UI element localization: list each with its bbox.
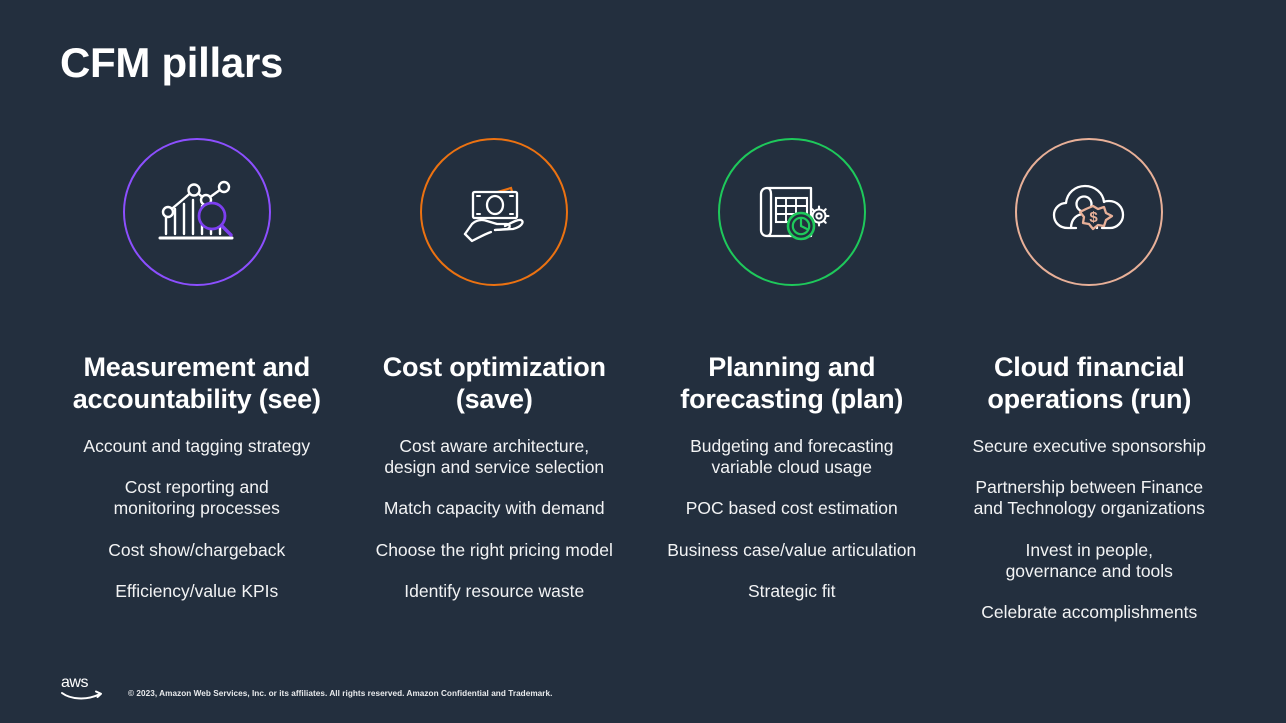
svg-text:$: $ <box>1090 209 1099 226</box>
item-line-1: Identify resource waste <box>404 581 585 602</box>
list-item: Secure executive sponsorship <box>941 436 1237 457</box>
item-line-1: Match capacity with demand <box>383 498 605 519</box>
analytics-magnifier-icon <box>154 176 240 248</box>
item-line-2: and Technology organizations <box>973 498 1205 519</box>
list-item: Match capacity with demand <box>346 498 642 519</box>
list-item: Cost show/chargeback <box>49 540 345 561</box>
item-line-1: Cost show/chargeback <box>108 539 286 560</box>
list-item: Strategic fit <box>644 581 940 602</box>
pillar-heading: Cloud financial operations (run) <box>944 352 1234 416</box>
item-line-1: Secure executive sponsorship <box>972 435 1206 456</box>
item-line-1: Invest in people, <box>1025 539 1153 560</box>
slide-canvas: CFM pillars Measurement and accountabili… <box>0 0 1286 723</box>
page-title: CFM pillars <box>60 39 284 86</box>
list-item: Partnership between Finance and Technolo… <box>941 477 1237 520</box>
list-item: Celebrate accomplishments <box>941 602 1237 623</box>
blueprint-gear-icon-ring <box>717 138 866 286</box>
list-item: Identify resource waste <box>346 581 642 602</box>
pillar-heading: Planning and forecasting (plan) <box>647 352 937 416</box>
heading-line-2: forecasting (plan) <box>680 383 904 414</box>
slide-footer: aws © 2023, Amazon Web Services, Inc. or… <box>60 671 552 701</box>
svg-text:aws: aws <box>61 674 88 691</box>
item-line-1: Cost reporting and <box>124 477 269 498</box>
copyright-text: © 2023, Amazon Web Services, Inc. or its… <box>128 689 553 698</box>
heading-line-2: accountability (see) <box>72 383 321 414</box>
blueprint-gear-icon <box>749 176 835 248</box>
item-line-1: Budgeting and forecasting <box>690 435 894 456</box>
item-line-2: design and service selection <box>384 457 605 478</box>
list-item: POC based cost estimation <box>644 498 940 519</box>
item-line-1: Strategic fit <box>747 581 836 602</box>
heading-line-1: Cost <box>382 352 442 382</box>
item-line-1: POC based cost estimation <box>685 498 898 519</box>
list-item: Account and tagging strategy <box>49 436 345 457</box>
pillars-row: Measurement and accountability (see) Acc… <box>48 138 1238 624</box>
pillar-heading: Measurement and accountability (see) <box>52 352 342 416</box>
cloud-person-dollar-gear-icon-ring: $ <box>1015 138 1164 286</box>
item-line-1: Choose the right pricing model <box>375 539 613 560</box>
item-line-1: Business case/value articulation <box>667 539 917 560</box>
list-item: Invest in people, governance and tools <box>941 540 1237 583</box>
item-line-2: variable cloud usage <box>711 457 873 478</box>
pillar-heading: Cost optimization (save) <box>349 352 639 416</box>
pillar-item-list: Budgeting and forecasting variable cloud… <box>644 436 940 603</box>
heading-line-2: optimization (save) <box>449 352 606 414</box>
hand-holding-money-icon-ring <box>420 138 569 286</box>
list-item: Business case/value articulation <box>644 540 940 561</box>
cloud-person-dollar-gear-icon: $ <box>1046 176 1132 248</box>
item-line-2: monitoring processes <box>113 498 280 519</box>
item-line-2: governance and tools <box>1005 561 1173 582</box>
list-item: Efficiency/value KPIs <box>49 581 345 602</box>
analytics-magnifier-icon-ring <box>122 138 271 286</box>
pillar-cost-optimization: Cost optimization (save) Cost aware arch… <box>346 138 644 602</box>
list-item: Cost reporting and monitoring processes <box>49 477 345 520</box>
pillar-item-list: Account and tagging strategy Cost report… <box>49 436 345 603</box>
pillar-cloud-financial-operations: $ Cloud financial operations (run) Secur… <box>941 138 1239 624</box>
item-line-1: Partnership between Finance <box>975 477 1204 498</box>
heading-line-1: Measurement and <box>83 352 311 382</box>
pillar-item-list: Secure executive sponsorship Partnership… <box>941 436 1237 624</box>
list-item: Choose the right pricing model <box>346 540 642 561</box>
pillar-measurement-and-accountability: Measurement and accountability (see) Acc… <box>48 138 346 602</box>
item-line-1: Celebrate accomplishments <box>981 602 1198 623</box>
item-line-1: Efficiency/value KPIs <box>115 581 279 602</box>
heading-line-2: operations (run) <box>987 383 1192 414</box>
heading-line-1: Cloud financial <box>993 352 1185 382</box>
pillar-planning-and-forecasting: Planning and forecasting (plan) Budgetin… <box>643 138 941 602</box>
list-item: Budgeting and forecasting variable cloud… <box>644 436 940 479</box>
hand-holding-money-icon <box>451 176 537 248</box>
item-line-1: Cost aware architecture, <box>399 435 590 456</box>
pillar-item-list: Cost aware architecture, design and serv… <box>346 436 642 603</box>
list-item: Cost aware architecture, design and serv… <box>346 436 642 479</box>
heading-line-1: Planning and <box>708 352 876 382</box>
item-line-1: Account and tagging strategy <box>83 435 311 456</box>
aws-logo: aws <box>60 671 104 701</box>
